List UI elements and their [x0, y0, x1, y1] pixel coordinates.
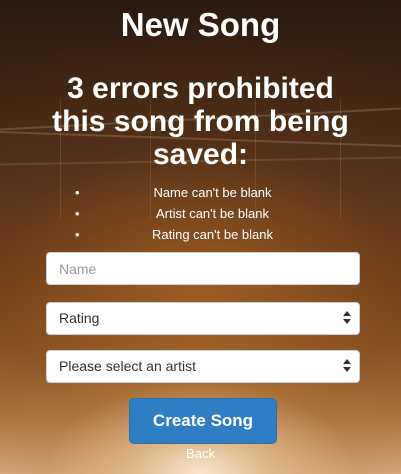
error-heading: 3 errors prohibited this song from being… — [52, 72, 349, 171]
create-song-button[interactable]: Create Song — [129, 398, 277, 444]
error-item: • Artist can't be blank — [0, 203, 401, 224]
artist-select[interactable]: Please select an artist — [46, 350, 360, 383]
artist-select-value: Please select an artist — [59, 358, 196, 374]
select-arrows-icon — [343, 311, 351, 327]
select-arrows-icon — [343, 359, 351, 375]
error-text: Rating can't be blank — [151, 227, 273, 242]
error-item: • Name can't be blank — [0, 182, 401, 203]
back-link[interactable]: Back — [0, 446, 401, 461]
error-item: • Rating can't be blank — [0, 224, 401, 245]
page-title: New Song — [120, 6, 281, 43]
bullet-icon: • — [75, 206, 80, 221]
error-text: Artist can't be blank — [155, 206, 270, 221]
error-text: Name can't be blank — [153, 185, 272, 200]
name-input[interactable] — [46, 252, 360, 285]
bullet-icon: • — [75, 227, 80, 242]
rating-select[interactable]: Rating — [46, 302, 360, 335]
bullet-icon: • — [75, 185, 80, 200]
rating-select-value: Rating — [59, 310, 100, 326]
error-list: • Name can't be blank • Artist can't be … — [0, 182, 401, 245]
